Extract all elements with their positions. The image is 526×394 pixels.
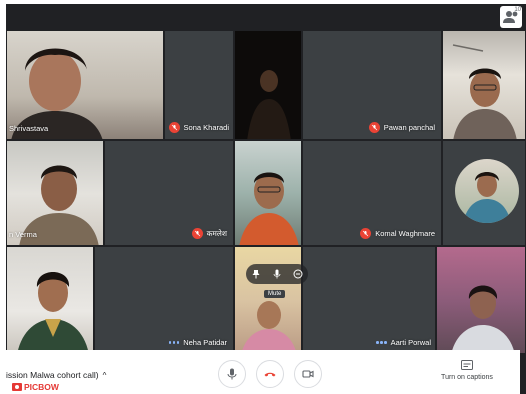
mic-off-icon (191, 228, 203, 239)
captions-label: Turn on captions (441, 374, 493, 381)
participant-name-tag: Shrivastava (9, 124, 49, 133)
participant-tile[interactable] (234, 140, 302, 246)
participant-tile[interactable]: Neha Patidar (94, 246, 234, 354)
mute-tooltip: Mute (264, 290, 286, 298)
mic-icon[interactable] (270, 267, 284, 281)
participant-tile[interactable]: Sona Kharadi (164, 30, 234, 140)
participant-silhouette (17, 272, 89, 353)
participant-silhouette (452, 44, 517, 139)
captions-button[interactable]: Turn on captions (434, 360, 500, 381)
participant-tile[interactable] (234, 246, 302, 354)
audio-wave-icon (376, 341, 387, 344)
watermark: PICBOW (12, 382, 59, 392)
participant-tile[interactable] (234, 30, 302, 140)
leave-call-button[interactable] (256, 360, 284, 388)
participant-tile[interactable] (442, 30, 526, 140)
captions-icon (461, 360, 473, 370)
microphone-button[interactable] (218, 360, 246, 388)
camera-icon (302, 370, 314, 378)
participant-name-tag: Aarti Porwal (376, 338, 431, 347)
watermark-logo (12, 383, 22, 391)
people-button[interactable]: 10 (500, 6, 522, 28)
participant-video (437, 247, 525, 353)
participant-name-tag: Sona Kharadi (168, 122, 229, 133)
participant-grid: Shrivastava Sona Kharadi Pawan panchal n… (6, 30, 526, 354)
participant-tile[interactable]: Aarti Porwal (302, 246, 436, 354)
participant-video (7, 247, 93, 353)
participant-tile[interactable]: Shrivastava (6, 30, 164, 140)
participant-video (235, 31, 301, 139)
camera-button[interactable] (294, 360, 322, 388)
participant-name-tag: Komal Waghmare (360, 228, 435, 239)
participant-name-tag: कमलेश (191, 228, 227, 239)
phone-hangup-icon (264, 372, 276, 377)
participant-tile[interactable] (436, 246, 526, 354)
participant-silhouette (239, 172, 299, 245)
meeting-details-button[interactable]: ission Malwa cohort call) ^ (6, 370, 106, 380)
participant-silhouette (463, 172, 511, 223)
participant-tile[interactable]: n Verma (6, 140, 104, 246)
mic-off-icon (368, 122, 380, 133)
participant-tile[interactable] (442, 140, 526, 246)
participant-tile[interactable] (6, 246, 94, 354)
audio-wave-icon (168, 341, 180, 344)
participant-video (235, 141, 301, 245)
meet-call-window: 10 Shrivastava Sona Kharadi Pawan pancha… (6, 4, 526, 394)
chevron-up-icon: ^ (102, 370, 107, 380)
meeting-title: ission Malwa cohort call) (6, 370, 99, 380)
mic-off-icon (360, 228, 372, 239)
participant-silhouette (451, 285, 515, 353)
participant-tile[interactable]: कमलेश (104, 140, 234, 246)
pin-icon[interactable] (249, 267, 263, 281)
participant-avatar (455, 159, 519, 223)
participant-video (443, 31, 525, 139)
remove-icon[interactable] (291, 267, 305, 281)
participant-tile[interactable]: Pawan panchal (302, 30, 442, 140)
mic-icon (227, 368, 237, 380)
bottom-toolbar: ission Malwa cohort call) ^ PICBOW Turn … (6, 350, 520, 394)
participant-name-tag: Pawan panchal (368, 122, 435, 133)
top-bar: 10 (6, 4, 526, 30)
tile-hover-controls (246, 264, 308, 284)
participant-count: 10 (514, 7, 521, 13)
participant-name-tag: n Verma (9, 230, 37, 239)
participant-tile[interactable]: Komal Waghmare (302, 140, 442, 246)
mic-off-icon (168, 122, 180, 133)
participant-name-tag: Neha Patidar (168, 338, 227, 347)
participant-silhouette (247, 70, 291, 139)
